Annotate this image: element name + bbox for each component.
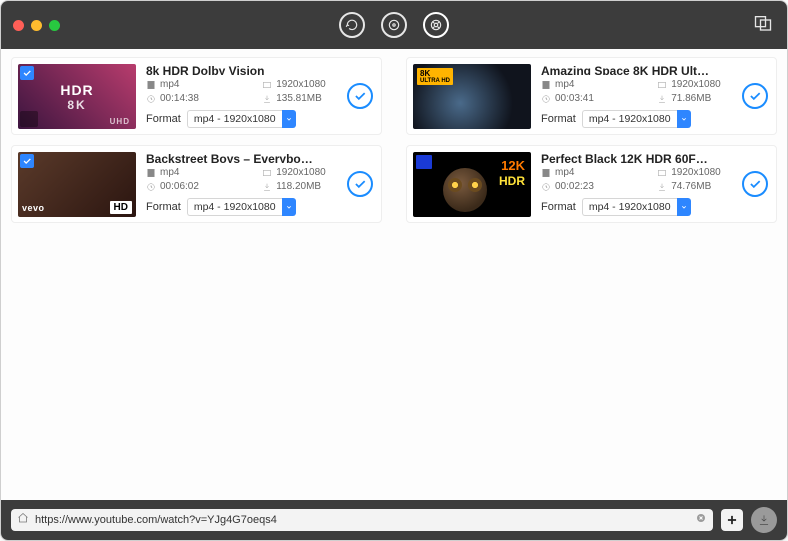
chevron-down-icon — [282, 110, 296, 128]
video-title: Amazing Space 8K HDR Ultra… — [541, 64, 711, 75]
format-label: Format — [541, 113, 576, 125]
dolby-badge — [20, 111, 38, 127]
status-ready-icon[interactable] — [742, 83, 768, 109]
minimize-window-button[interactable] — [31, 20, 42, 31]
queue-icon[interactable] — [753, 13, 773, 38]
url-input[interactable] — [35, 514, 689, 526]
video-thumbnail[interactable]: 12K HDR — [413, 152, 531, 217]
thumb-text: HDR — [499, 174, 525, 188]
thumb-text: 12K — [501, 158, 525, 173]
film-icon[interactable] — [423, 12, 449, 38]
video-thumbnail[interactable]: vevo HD — [18, 152, 136, 217]
video-card: HDR 8K UHD 8k HDR Dolby Vision mp4 1920x… — [11, 57, 382, 135]
selected-checkbox[interactable] — [20, 154, 34, 168]
home-icon[interactable] — [17, 511, 29, 529]
thumb-text: UHD — [110, 117, 130, 126]
status-ready-icon[interactable] — [347, 171, 373, 197]
disc-icon[interactable] — [381, 12, 407, 38]
format-select[interactable]: mp4 - 1920x1080 — [187, 110, 296, 128]
duration: 00:14:38 — [146, 93, 248, 104]
file-type: mp4 — [541, 167, 643, 178]
format-label: Format — [541, 201, 576, 213]
thumb-text: HDR — [60, 82, 93, 98]
selected-checkbox[interactable] — [20, 66, 34, 80]
format-label: Format — [146, 201, 181, 213]
thumb-badge: 8KULTRA HD — [417, 68, 453, 85]
url-field[interactable] — [11, 509, 713, 531]
video-card: 12K HDR Perfect Black 12K HDR 60FP… mp4 … — [406, 145, 777, 223]
fullscreen-window-button[interactable] — [49, 20, 60, 31]
clear-icon[interactable] — [695, 511, 707, 529]
video-meta: Perfect Black 12K HDR 60FP… mp4 1920x108… — [541, 152, 770, 216]
chevron-down-icon — [677, 198, 691, 216]
video-title: 8k HDR Dolby Vision — [146, 64, 316, 75]
close-window-button[interactable] — [13, 20, 24, 31]
status-ready-icon[interactable] — [742, 171, 768, 197]
video-title: Perfect Black 12K HDR 60FP… — [541, 152, 711, 163]
thumb-text: 8K — [67, 98, 86, 112]
toolbar-center — [339, 12, 449, 38]
file-type: mp4 — [541, 79, 643, 90]
app-window: HDR 8K UHD 8k HDR Dolby Vision mp4 1920x… — [0, 0, 788, 541]
thumb-text: HD — [110, 201, 132, 214]
file-type: mp4 — [146, 167, 248, 178]
video-grid: HDR 8K UHD 8k HDR Dolby Vision mp4 1920x… — [1, 49, 787, 500]
download-button[interactable] — [751, 507, 777, 533]
duration: 00:02:23 — [541, 181, 643, 192]
video-meta: 8k HDR Dolby Vision mp4 1920x1080 00:14:… — [146, 64, 375, 128]
format-select[interactable]: mp4 - 1920x1080 — [582, 110, 691, 128]
dolby-badge — [416, 155, 432, 169]
format-label: Format — [146, 113, 181, 125]
duration: 00:03:41 — [541, 93, 643, 104]
chevron-down-icon — [282, 198, 296, 216]
video-thumbnail[interactable]: 8KULTRA HD — [413, 64, 531, 129]
thumb-graphic — [443, 168, 487, 212]
video-meta: Amazing Space 8K HDR Ultra… mp4 1920x108… — [541, 64, 770, 128]
titlebar — [1, 1, 787, 49]
video-title: Backstreet Boys – Everybod… — [146, 152, 316, 163]
refresh-icon[interactable] — [339, 12, 365, 38]
file-type: mp4 — [146, 79, 248, 90]
status-ready-icon[interactable] — [347, 83, 373, 109]
format-select[interactable]: mp4 - 1920x1080 — [582, 198, 691, 216]
chevron-down-icon — [677, 110, 691, 128]
video-card: vevo HD Backstreet Boys – Everybod… mp4 … — [11, 145, 382, 223]
window-controls — [13, 20, 60, 31]
duration: 00:06:02 — [146, 181, 248, 192]
format-select[interactable]: mp4 - 1920x1080 — [187, 198, 296, 216]
thumb-text: vevo — [22, 203, 45, 213]
video-card: 8KULTRA HD Amazing Space 8K HDR Ultra… m… — [406, 57, 777, 135]
add-url-button[interactable] — [721, 509, 743, 531]
video-meta: Backstreet Boys – Everybod… mp4 1920x108… — [146, 152, 375, 216]
bottombar — [1, 500, 787, 540]
video-thumbnail[interactable]: HDR 8K UHD — [18, 64, 136, 129]
